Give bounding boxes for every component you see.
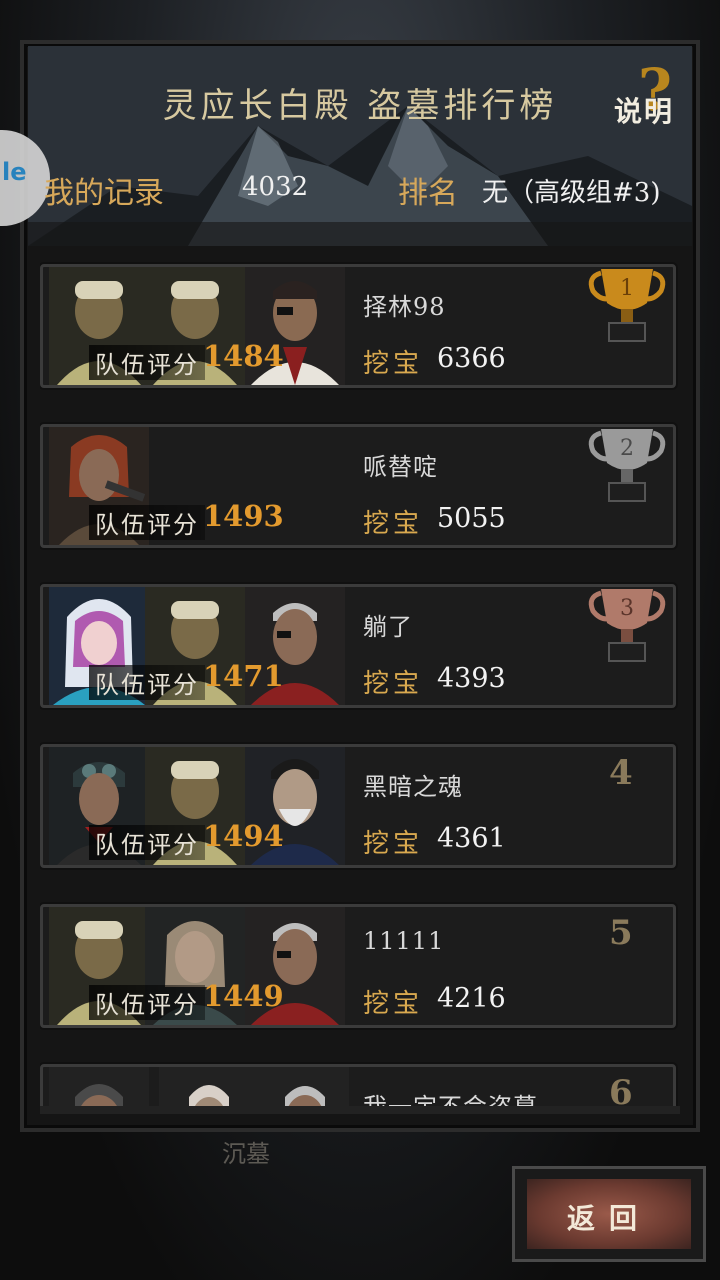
treasure-value: 4361	[437, 823, 506, 854]
team-score-label: 队伍评分	[89, 345, 205, 380]
ranking-entry[interactable]: 队伍评分 1471 躺了 挖宝 4393 3	[40, 584, 676, 708]
ranking-entry[interactable]: 队伍评分 1493 哌替啶 挖宝 5055 2	[40, 424, 676, 548]
treasure-label: 挖宝	[363, 349, 424, 379]
rank-number: 6	[609, 1073, 633, 1110]
back-button-label: 返回	[566, 1202, 651, 1235]
list-bottom-edge	[40, 1106, 680, 1114]
team-score-label: 队伍评分	[89, 665, 205, 700]
character-portrait-beanie	[49, 1067, 149, 1110]
background-text: 沉墓	[222, 1140, 270, 1168]
treasure-label: 挖宝	[363, 669, 424, 699]
back-button[interactable]: 返回	[512, 1166, 706, 1262]
treasure-label: 挖宝	[363, 989, 424, 1019]
back-button-face: 返回	[527, 1179, 691, 1249]
team-score-label: 队伍评分	[89, 505, 205, 540]
svg-text:1: 1	[620, 276, 634, 301]
mountain-header-art	[28, 46, 692, 246]
ranking-list[interactable]: 队伍评分 1484 择林98 挖宝 6366 1 队伍评分 1493 哌替啶 挖…	[40, 258, 680, 1110]
svg-text:2: 2	[620, 436, 634, 461]
gold-trophy-icon: 1	[588, 269, 666, 342]
character-portrait-white-hair	[159, 1067, 259, 1110]
treasure-value: 4393	[437, 663, 506, 694]
player-name: 11111	[363, 927, 445, 955]
team-portraits	[49, 1067, 349, 1110]
team-score-label: 队伍评分	[89, 825, 205, 860]
ranking-entry[interactable]: 队伍评分 1484 择林98 挖宝 6366 1	[40, 264, 676, 388]
character-portrait-old-man	[255, 1067, 349, 1110]
treasure-label: 挖宝	[363, 829, 424, 859]
my-record-value: 4032	[242, 172, 309, 202]
svg-text:3: 3	[620, 596, 634, 621]
rank-label: 排名	[398, 176, 458, 211]
rank-value: 无（高级组#3)	[482, 178, 661, 208]
player-name: 躺了	[363, 613, 413, 641]
team-score-value: 1471	[203, 659, 284, 693]
rank-number: 4	[609, 753, 633, 793]
treasure-label: 挖宝	[363, 509, 424, 539]
player-name: 黑暗之魂	[363, 773, 463, 801]
ranking-entry[interactable]: 队伍评分 1449 11111 挖宝 4216 5	[40, 904, 676, 1028]
silver-trophy-icon: 2	[588, 429, 666, 502]
my-record-label: 我的记录	[44, 176, 164, 211]
team-score-value: 1449	[203, 979, 284, 1013]
ranking-entry[interactable]: 我一定不会盗墓 6	[40, 1064, 676, 1110]
treasure-value: 6366	[437, 343, 506, 374]
rank-number: 5	[609, 913, 633, 953]
team-score-value: 1484	[203, 339, 284, 373]
player-name: 哌替啶	[363, 453, 438, 481]
side-tab-label: le	[2, 158, 27, 186]
help-button[interactable]: ? 说明	[612, 56, 692, 128]
team-score-label: 队伍评分	[89, 985, 205, 1020]
team-score-value: 1494	[203, 819, 284, 853]
team-score-value: 1493	[203, 499, 284, 533]
player-name: 择林98	[363, 293, 446, 321]
treasure-value: 5055	[437, 503, 506, 534]
treasure-value: 4216	[437, 983, 506, 1014]
ranking-entry[interactable]: 队伍评分 1494 黑暗之魂 挖宝 4361 4	[40, 744, 676, 868]
bronze-trophy-icon: 3	[588, 589, 666, 662]
help-label: 说明	[614, 95, 675, 128]
